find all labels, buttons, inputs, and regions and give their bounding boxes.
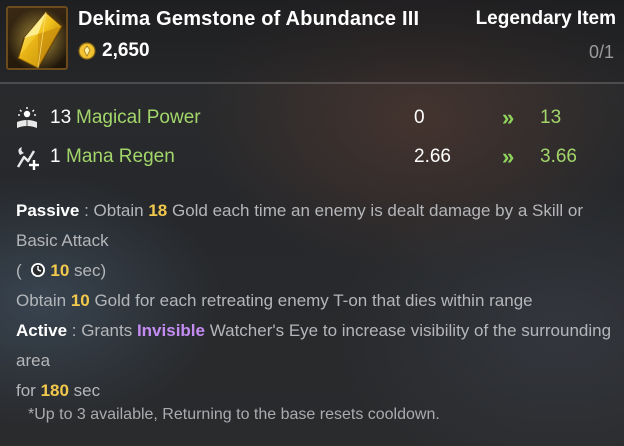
item-price: 2,650 — [102, 40, 150, 61]
header-divider — [0, 82, 624, 84]
invisible-keyword: Invisible — [136, 321, 205, 340]
mana-regen-icon — [16, 147, 39, 170]
active-line-2: for 180 sec — [16, 381, 101, 400]
item-name: Dekima Gemstone of Abundance III — [78, 8, 420, 30]
stat-base-value: 13 — [50, 107, 72, 128]
passive-description: Passive : Obtain 18 Gold each time an en… — [16, 196, 624, 316]
active-description: Active : Grants Invisible Watcher's Eye … — [16, 316, 624, 406]
item-rarity: Legendary Item — [475, 8, 616, 29]
stat-name: Mana Regen — [66, 146, 175, 167]
price-row: 2,650 — [78, 40, 150, 62]
stat-upgrade-arrow-icon: » — [502, 144, 514, 169]
stat-current-value: 2.66 — [414, 146, 451, 167]
passive-gold-amount: 18 — [148, 201, 168, 220]
passive-line-3: Obtain 10 Gold for each retreating enemy… — [16, 291, 533, 310]
active-label: Active — [16, 321, 68, 340]
stat-new-value: 13 — [540, 107, 562, 128]
stat-row-mana-regen: 1 Mana Regen 2.66 » 3.66 — [14, 144, 614, 171]
active-duration: 180 — [40, 381, 69, 400]
passive-label: Passive — [16, 201, 80, 220]
gemstone-icon — [6, 6, 68, 70]
magical-power-icon — [17, 107, 37, 128]
active-line-1: Active : Grants Invisible Watcher's Eye … — [16, 321, 612, 370]
stat-upgrade-arrow-icon: » — [502, 105, 514, 130]
passive-line-1: Passive : Obtain 18 Gold each time an en… — [16, 201, 584, 250]
cooldown-value: 10 — [50, 261, 70, 280]
item-tooltip: Dekima Gemstone of Abundance III 2,650 L… — [0, 0, 624, 446]
stat-base-value: 1 — [50, 146, 61, 167]
footnote: *Up to 3 available, Returning to the bas… — [28, 406, 440, 423]
stat-new-value: 3.66 — [540, 146, 577, 167]
gold-coin-icon — [78, 42, 96, 60]
stat-row-magical-power: 13 Magical Power 0 » 13 — [14, 105, 614, 132]
passive-line-2: ( 10 sec) — [16, 261, 107, 280]
item-count: 0/1 — [588, 42, 614, 62]
stat-name: Magical Power — [76, 107, 201, 128]
cooldown-clock-icon — [31, 263, 46, 277]
retreat-gold-amount: 10 — [70, 291, 90, 310]
stat-current-value: 0 — [414, 107, 425, 128]
